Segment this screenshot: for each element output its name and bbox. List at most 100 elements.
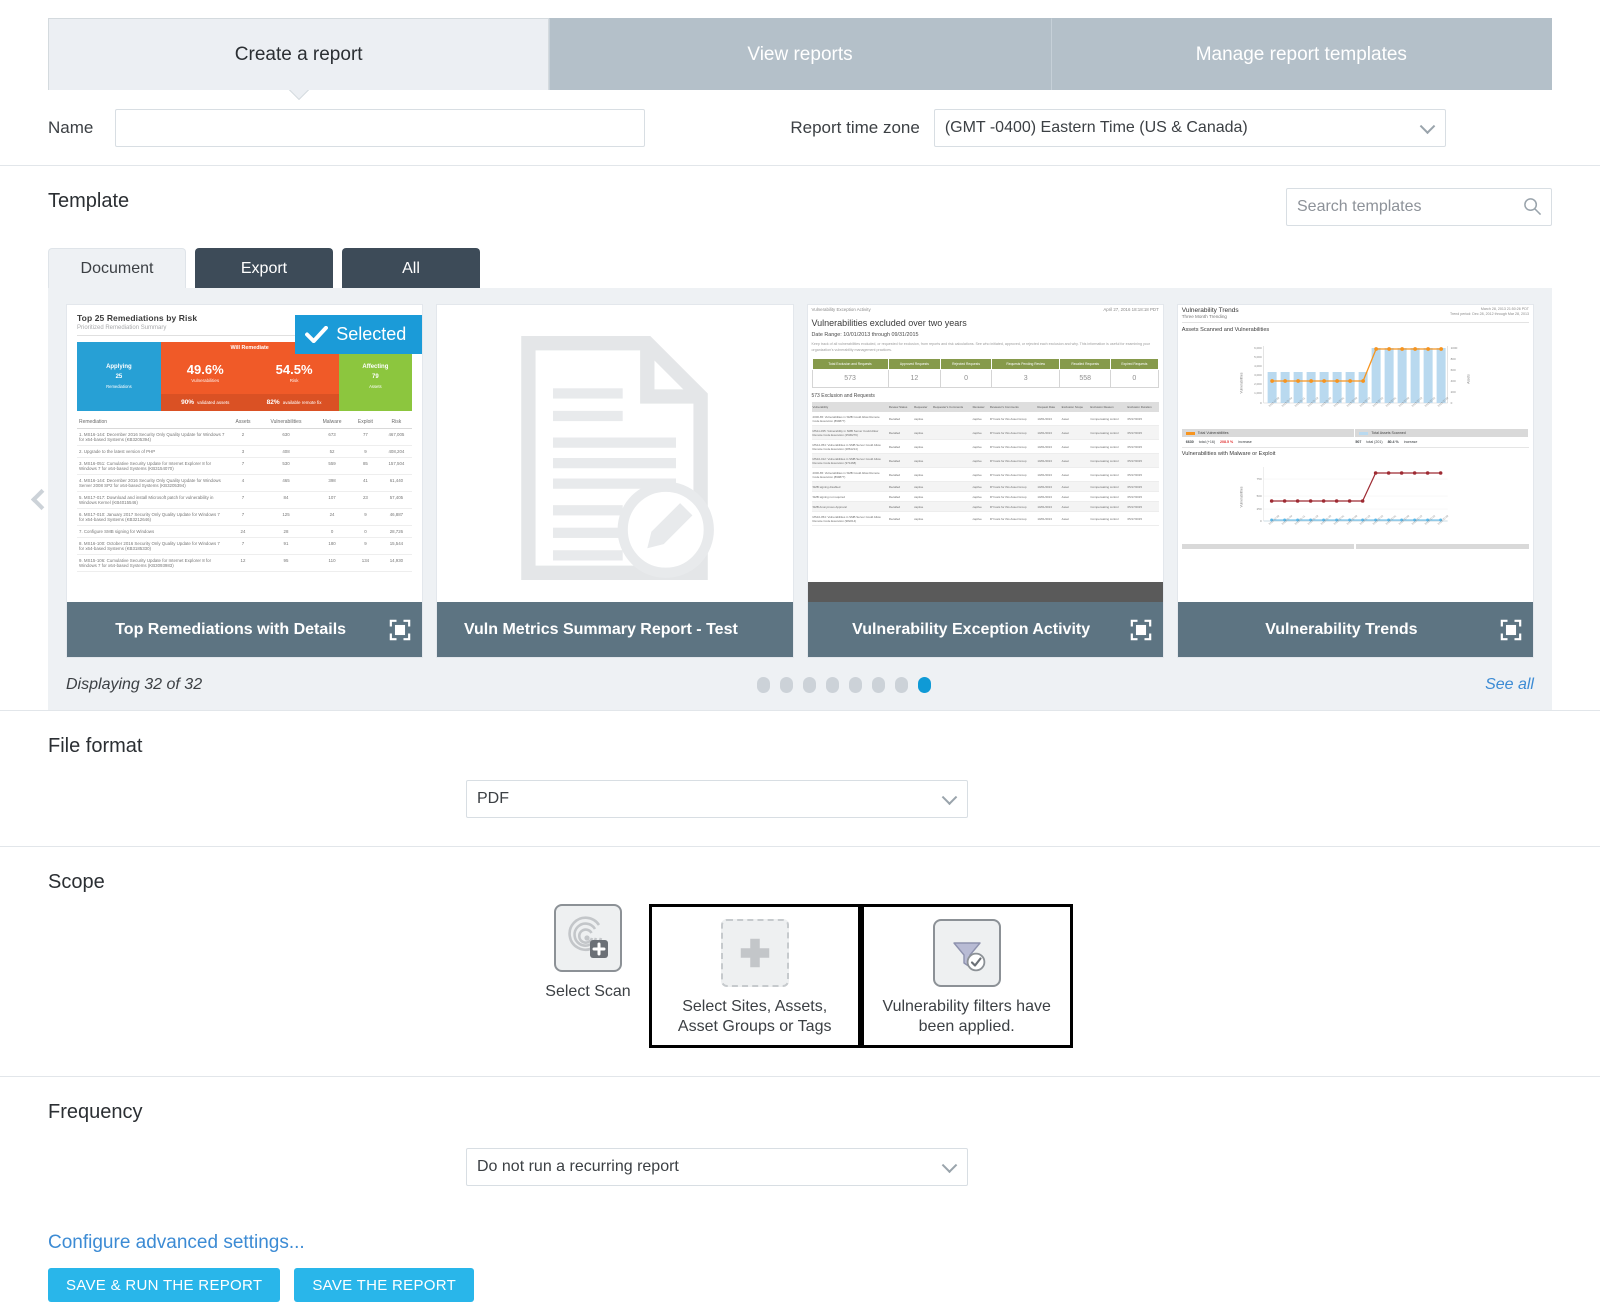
carousel-pagination — [757, 677, 931, 693]
table-row: 2. Upgrade to the latest version of PHP3… — [77, 446, 412, 458]
preview-eyebrow: Vulnerability Exception Activity — [812, 307, 871, 312]
file-format-select[interactable]: PDF — [466, 780, 968, 818]
cell-vuln: 2000-65: Vulnerabilities in SMB Could Al… — [812, 412, 888, 426]
column-header: Exclusion Duration — [1127, 402, 1159, 412]
stat-pct-note: increase — [1238, 440, 1252, 444]
kpi-value: 49.6% — [187, 362, 224, 377]
preview-meta: Vulnerability Exception Activity April 2… — [812, 307, 1159, 312]
cell-malware: 107 — [314, 492, 350, 509]
plus-icon — [721, 919, 789, 987]
template-card[interactable]: Vuln Metrics Summary Report - Test — [436, 304, 793, 658]
search-templates-input[interactable] — [1286, 188, 1552, 226]
expand-icon[interactable] — [1500, 619, 1522, 641]
preview-table-caption: 573 Exclusion and Requests — [812, 393, 1159, 399]
summary-value: 558 — [1060, 370, 1110, 388]
scope-item-select-scan[interactable]: Select Scan — [527, 904, 648, 1002]
see-all-link[interactable]: See all — [1485, 676, 1534, 694]
column-header: Remediation — [77, 416, 228, 429]
pagination-dot[interactable] — [826, 677, 839, 693]
filter-tab-all[interactable]: All — [342, 248, 480, 288]
frequency-select[interactable]: Do not run a recurring report — [466, 1148, 968, 1186]
pagination-dot[interactable] — [849, 677, 862, 693]
svg-text:4,000: 4,000 — [1254, 364, 1262, 368]
expand-icon[interactable] — [389, 619, 411, 641]
kpi-value: 90% — [181, 399, 194, 406]
cell-status: Recalled — [888, 468, 913, 482]
cell-status: Recalled — [888, 454, 913, 468]
report-name-input[interactable] — [115, 109, 645, 147]
template-search-wrap — [1286, 188, 1552, 226]
frequency-value: Do not run a recurring report — [477, 1158, 679, 1176]
cell-name: 8. MS16-100: October 2016 Security Only … — [77, 538, 228, 555]
table-row: MS10-054: Vulnerabilities in SMB Server … — [812, 512, 1159, 526]
column-header: Total Exclusion and Requests — [812, 359, 888, 370]
cell-vulns: 91 — [258, 538, 314, 555]
configure-advanced-settings-link[interactable]: Configure advanced settings... — [48, 1232, 1600, 1254]
cell-duration: 05/17/2015 — [1127, 502, 1159, 512]
cell-risk: 467,005 — [381, 429, 413, 446]
cell-reason: Compensating control — [1089, 482, 1126, 492]
save-report-button[interactable]: SAVE THE REPORT — [294, 1268, 474, 1302]
pagination-dot[interactable] — [803, 677, 816, 693]
cell-rev-comment: IP hosts for this Asset Group — [989, 468, 1037, 482]
cell-rev-comment: IP hosts for this Asset Group — [989, 412, 1037, 426]
filter-check-icon — [933, 919, 1001, 987]
cell-assets: 12 — [228, 555, 258, 572]
cell-req-comment — [932, 512, 972, 526]
stat-total-assets-scanned: 507 total (201) 80.4 % increase — [1355, 440, 1525, 444]
cell-malware: 398 — [314, 475, 350, 492]
scope-item-select-sites-assets[interactable]: Select Sites, Assets, Asset Groups or Ta… — [649, 904, 861, 1048]
kpi-label: Applying — [106, 364, 132, 370]
cell-duration: 05/17/2015 — [1127, 492, 1159, 502]
template-card[interactable]: Selected Top 25 Remediations by Risk Pri… — [66, 304, 423, 658]
filter-tab-document[interactable]: Document — [48, 248, 186, 288]
tab-create-a-report[interactable]: Create a report — [48, 18, 549, 90]
pagination-dot[interactable] — [780, 677, 793, 693]
cell-reviewer: captive — [972, 492, 989, 502]
tab-manage-report-templates[interactable]: Manage report templates — [1051, 18, 1552, 90]
pagination-dot[interactable] — [757, 677, 770, 693]
name-row: Name Report time zone (GMT -0400) Easter… — [0, 90, 1600, 166]
template-card-list: Selected Top 25 Remediations by Risk Pri… — [66, 304, 1534, 658]
filter-tab-export[interactable]: Export — [195, 248, 333, 288]
frequency-section: Frequency Do not run a recurring report — [0, 1077, 1600, 1206]
svg-text:600: 600 — [1450, 368, 1455, 372]
kpi-caption: Remediations — [106, 384, 132, 389]
template-card[interactable]: Vulnerability Trends Three Month Trendin… — [1177, 304, 1534, 658]
cell-rev-comment: IP hosts for this Asset Group — [989, 426, 1037, 440]
timezone-label: Report time zone — [790, 118, 919, 138]
cell-vulns: 408 — [258, 446, 314, 458]
tab-view-reports[interactable]: View reports — [549, 18, 1050, 90]
timezone-select[interactable]: (GMT -0400) Eastern Time (US & Canada) — [934, 109, 1446, 147]
cell-requester: captive — [913, 412, 932, 426]
carousel-prev-button[interactable] — [28, 477, 54, 521]
timezone-select-wrap: (GMT -0400) Eastern Time (US & Canada) — [934, 109, 1446, 147]
save-and-run-report-button[interactable]: SAVE & RUN THE REPORT — [48, 1268, 280, 1302]
pagination-dot-active[interactable] — [918, 677, 931, 693]
cell-assets: 2 — [228, 429, 258, 446]
cell-name: 6. MS17-010: January 2017 Security Only … — [77, 509, 228, 526]
expand-icon[interactable] — [1130, 619, 1152, 641]
table-body: 2000-65: Vulnerabilities in SMB Could Al… — [812, 412, 1159, 526]
cell-rev-comment: IP hosts for this Asset Group — [989, 492, 1037, 502]
pagination-dot[interactable] — [895, 677, 908, 693]
cell-malware: 180 — [314, 538, 350, 555]
template-card[interactable]: Vulnerability Exception Activity April 2… — [807, 304, 1164, 658]
pagination-dot[interactable] — [872, 677, 885, 693]
preview-dates: March 28, 2013 21:50:26 PDT Trend period… — [1450, 307, 1529, 319]
preview-table: Remediation Assets Vulnerabilities Malwa… — [77, 416, 412, 572]
tab-label: Manage report templates — [1196, 44, 1407, 66]
carousel-footer: Displaying 32 of 32 See all — [66, 658, 1534, 710]
scan-target-add-icon — [554, 904, 622, 972]
column-header: Exploit — [350, 416, 380, 429]
cell-reviewer: captive — [972, 468, 989, 482]
cell-requester: captive — [913, 468, 932, 482]
table-row: 7. Configure SMB signing for Windows2428… — [77, 526, 412, 538]
kpi-caption: available remote fix — [283, 400, 322, 405]
template-thumbnail: Vulnerability Trends Three Month Trendin… — [1178, 305, 1533, 602]
name-label: Name — [48, 118, 93, 138]
scope-item-vulnerability-filters[interactable]: Vulnerability filters have been applied. — [861, 904, 1073, 1048]
stat-pct: 80.4 % — [1388, 440, 1399, 444]
table-row: 5. MS17-017: Download and install Micros… — [77, 492, 412, 509]
cell-date: 10/01/2013 — [1036, 482, 1060, 492]
